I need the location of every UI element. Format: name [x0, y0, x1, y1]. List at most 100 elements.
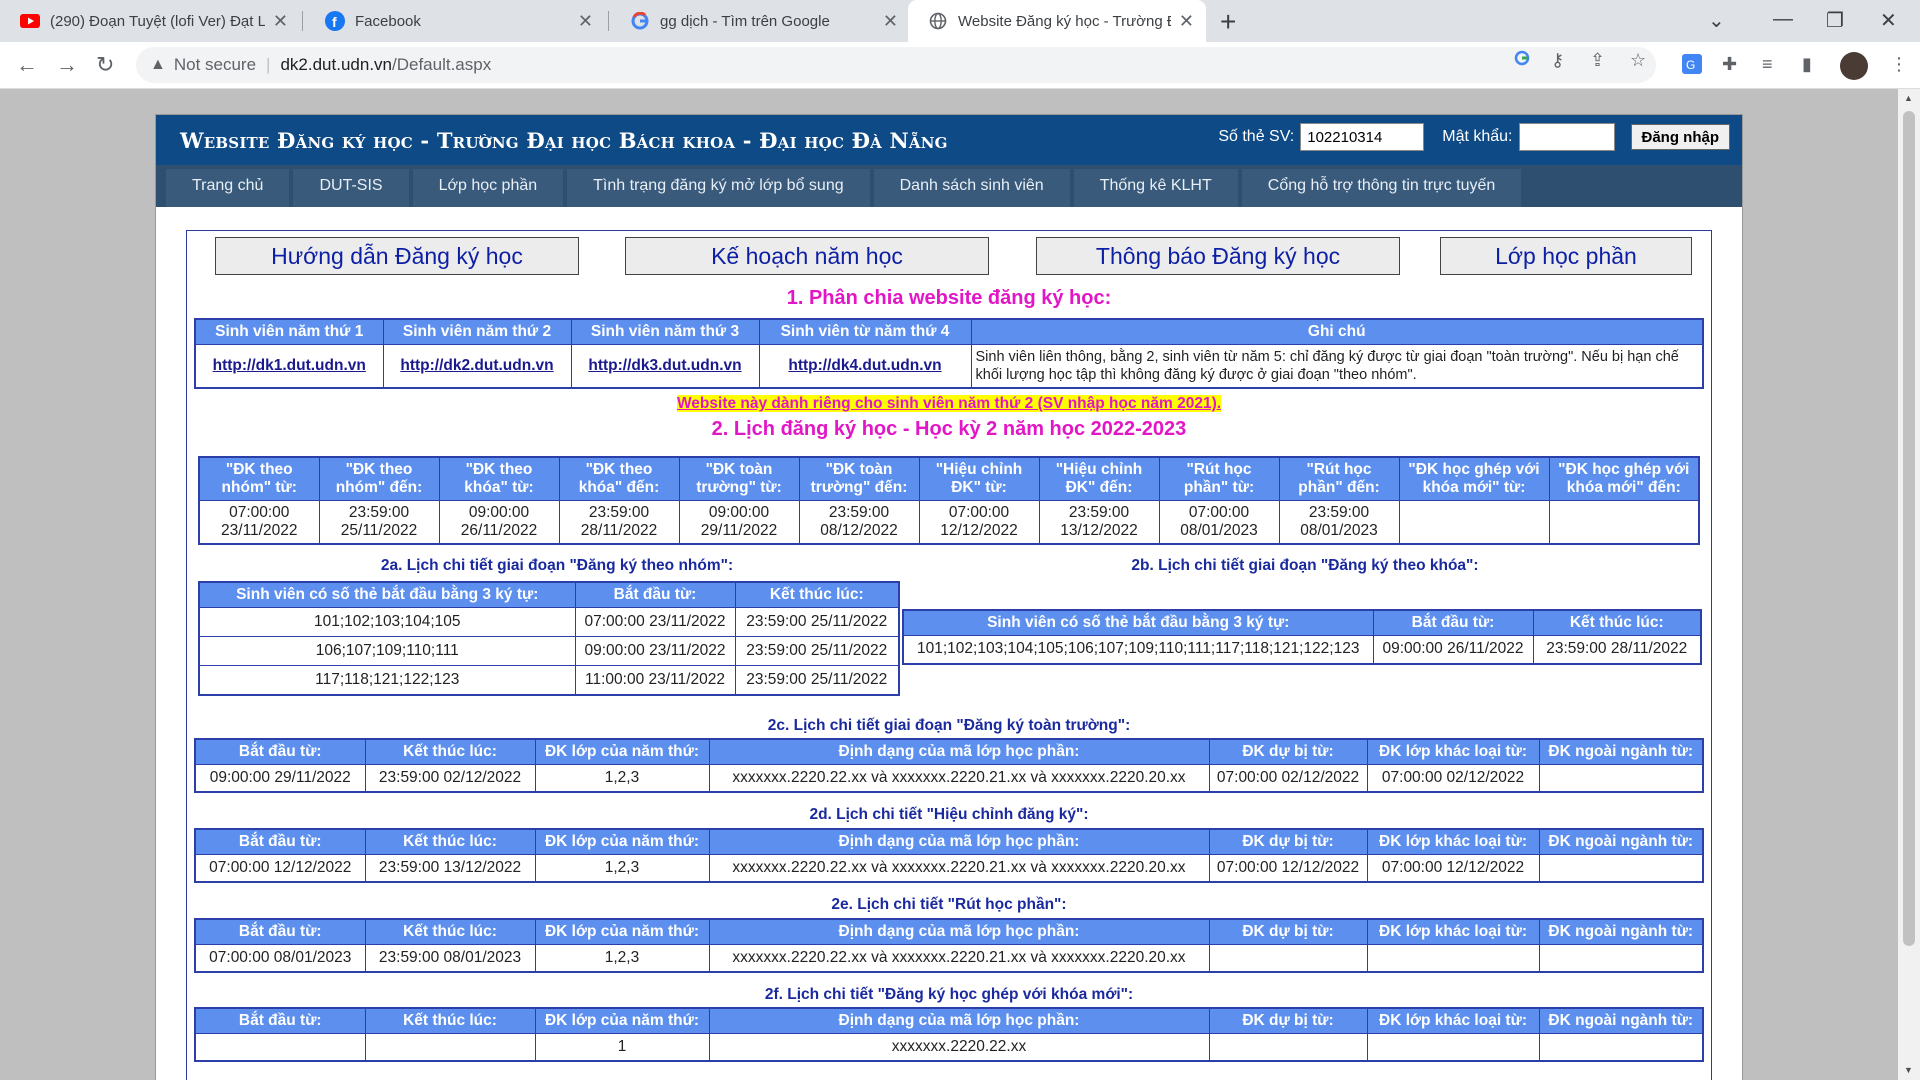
- schedule-time: 09:00:00: [708, 504, 770, 521]
- col-header: "ĐK theo khóa" từ:: [438, 456, 560, 501]
- close-tab-icon[interactable]: ✕: [1179, 11, 1194, 32]
- schedule-cell: 07:00:00 23/11/2022: [198, 500, 320, 545]
- schedule-date: 08/01/2023: [1300, 522, 1378, 539]
- tab-title: Facebook: [355, 12, 421, 30]
- schedule-time: 07:00:00: [229, 504, 290, 521]
- schedule-time: 07:00:00: [1188, 504, 1250, 521]
- page-viewport: Website Đăng ký học - Trường Đại học Bác…: [0, 89, 1898, 1080]
- withdrawal-table: Bắt đầu từ: Kết thúc lúc: ĐK lớp của năm t…: [194, 918, 1704, 973]
- address-bar[interactable]: ▲ Not secure | dk2.dut.udn.vn /Default.a…: [136, 47, 1656, 83]
- col-header: Định dạng của mã lớp học phần:: [708, 828, 1210, 855]
- vertical-scrollbar[interactable]: ▲ ▼: [1898, 89, 1920, 1080]
- schedule-time: 23:59:00: [828, 504, 890, 521]
- table-row: 106;107;109;110;111 09:00:00 23/11/2022 …: [198, 636, 900, 666]
- back-icon[interactable]: ←: [16, 52, 38, 78]
- col-header: ĐK dự bị từ:: [1208, 738, 1368, 765]
- login-button[interactable]: Đăng nhập: [1630, 124, 1730, 150]
- menu-item-extra-class-status[interactable]: Tình trạng đăng ký mở lớp bổ sung: [567, 169, 870, 207]
- schedule-time: 23:59:00: [1068, 504, 1130, 521]
- cell: 23:59:00 25/11/2022: [734, 607, 900, 637]
- schedule-time: 23:59:00: [348, 504, 410, 521]
- minimize-icon[interactable]: —: [1773, 8, 1793, 31]
- cell: [1538, 944, 1704, 972]
- course-registration-table: Sinh viên có số thẻ bắt đầu bằng 3 ký tự…: [902, 609, 1702, 665]
- schedule-date: 08/01/2023: [1180, 522, 1258, 539]
- student-id-input[interactable]: [1300, 123, 1425, 151]
- col-header: ĐK lớp khác loại từ:: [1366, 828, 1540, 855]
- col-header: Định dạng của mã lớp học phần:: [708, 918, 1210, 945]
- tab-active-website[interactable]: Website Đăng ký học - Trường Đ ✕: [908, 0, 1206, 42]
- schedule-time: 09:00:00: [468, 504, 530, 521]
- table-row: 07:00:00 12/12/2022 23:59:00 13/12/2022 1,…: [194, 854, 1704, 882]
- col-header: ĐK ngoài ngành từ:: [1538, 738, 1704, 765]
- cell: 1,2,3: [534, 944, 710, 972]
- tab-youtube[interactable]: (290) Đoạn Tuyệt (lofi Ver) Đạt Lo ✕: [0, 0, 300, 42]
- menu-item-klht-stats[interactable]: Thống kê KLHT: [1073, 169, 1238, 207]
- tab-google[interactable]: gg dịch - Tìm trên Google ✕: [610, 0, 910, 42]
- dk1-link[interactable]: http://dk1.dut.udn.vn: [213, 357, 366, 374]
- password-input[interactable]: [1518, 123, 1615, 151]
- bookmark-star-icon[interactable]: ☆: [1630, 50, 1646, 71]
- col-header: Sinh viên từ năm thứ 4: [758, 318, 972, 345]
- menu-item-online-support[interactable]: Cổng hỗ trợ thông tin trực tuyến: [1241, 169, 1522, 207]
- google-icon: [630, 11, 650, 31]
- tab-search-chevron-icon[interactable]: ⌄: [1708, 8, 1725, 33]
- close-tab-icon[interactable]: ✕: [883, 11, 898, 32]
- google-lens-icon[interactable]: [1514, 50, 1530, 71]
- cell: 07:00:00 12/12/2022: [1208, 854, 1368, 882]
- menu-item-home[interactable]: Trang chủ: [166, 169, 290, 207]
- scrollbar-thumb[interactable]: [1903, 111, 1915, 946]
- class-sections-button[interactable]: Lớp học phần: [1440, 237, 1692, 275]
- reload-icon[interactable]: ↻: [96, 52, 114, 78]
- academic-plan-button[interactable]: Kế hoạch năm học: [625, 237, 989, 275]
- warning-icon[interactable]: ▲: [150, 56, 166, 74]
- translate-icon[interactable]: G: [1682, 54, 1702, 79]
- new-tab-icon[interactable]: +: [1220, 6, 1236, 38]
- url-path[interactable]: /Default.aspx: [392, 55, 491, 75]
- col-header: Bắt đầu từ:: [194, 1007, 366, 1034]
- col-header: Bắt đầu từ:: [194, 918, 366, 945]
- side-panel-icon[interactable]: ▮: [1802, 54, 1812, 75]
- dk3-link[interactable]: http://dk3.dut.udn.vn: [588, 357, 741, 374]
- security-status[interactable]: Not secure: [174, 55, 256, 75]
- close-tab-icon[interactable]: ✕: [578, 11, 593, 32]
- scroll-down-icon[interactable]: ▼: [1904, 1065, 1913, 1075]
- registration-notice-button[interactable]: Thông báo Đăng ký học: [1036, 237, 1400, 275]
- login-form: Số thẻ SV: Mật khẩu: Đăng nhập: [1218, 123, 1730, 151]
- cell: [1366, 1033, 1540, 1061]
- media-control-icon[interactable]: ≡: [1762, 54, 1773, 75]
- cell: 07:00:00 02/12/2022: [1366, 764, 1540, 792]
- key-icon[interactable]: ⚷: [1551, 50, 1564, 71]
- cell: 07:00:00 12/12/2022: [1366, 854, 1540, 882]
- menu-item-dut-sis[interactable]: DUT-SIS: [293, 169, 409, 207]
- schedule-cell: 09:00:00 26/11/2022: [438, 500, 560, 545]
- site-menu: Trang chủ DUT-SIS Lớp học phần Tình trạn…: [156, 165, 1742, 207]
- url-host[interactable]: dk2.dut.udn.vn: [280, 55, 392, 75]
- cell: 1,2,3: [534, 764, 710, 792]
- restore-icon[interactable]: ❐: [1826, 8, 1844, 33]
- schedule-cell: 23:59:00 13/12/2022: [1038, 500, 1160, 545]
- col-header: ĐK lớp của năm thứ:: [534, 918, 710, 945]
- close-tab-icon[interactable]: ✕: [273, 11, 288, 32]
- menu-kebab-icon[interactable]: ⋮: [1890, 54, 1908, 75]
- dk2-link[interactable]: http://dk2.dut.udn.vn: [400, 357, 553, 374]
- share-icon[interactable]: ⇪: [1590, 50, 1605, 71]
- dk4-link[interactable]: http://dk4.dut.udn.vn: [788, 357, 941, 374]
- close-window-icon[interactable]: ✕: [1880, 8, 1897, 33]
- schedule-cell: [1548, 500, 1700, 545]
- col-header: Ghi chú: [970, 318, 1704, 345]
- menu-item-class-sections[interactable]: Lớp học phần: [412, 169, 564, 207]
- col-header: "Hiệu chỉnh ĐK" đến:: [1038, 456, 1160, 501]
- site-container: Website Đăng ký học - Trường Đại học Bác…: [155, 114, 1743, 1080]
- cell: 23:59:00 28/11/2022: [1532, 635, 1702, 664]
- profile-avatar[interactable]: [1840, 52, 1868, 80]
- divider: |: [266, 55, 271, 74]
- col-header: Bắt đầu từ:: [1372, 609, 1534, 636]
- tab-facebook[interactable]: f Facebook ✕: [305, 0, 605, 42]
- registration-guide-button[interactable]: Hướng dẫn Đăng ký học: [215, 237, 579, 275]
- forward-icon[interactable]: →: [56, 52, 78, 78]
- menu-item-student-list[interactable]: Danh sách sinh viên: [873, 169, 1070, 207]
- extensions-puzzle-icon[interactable]: ✚: [1722, 54, 1737, 75]
- scroll-up-icon[interactable]: ▲: [1904, 93, 1913, 103]
- col-header: "ĐK học ghép với khóa mới" đến:: [1548, 456, 1700, 501]
